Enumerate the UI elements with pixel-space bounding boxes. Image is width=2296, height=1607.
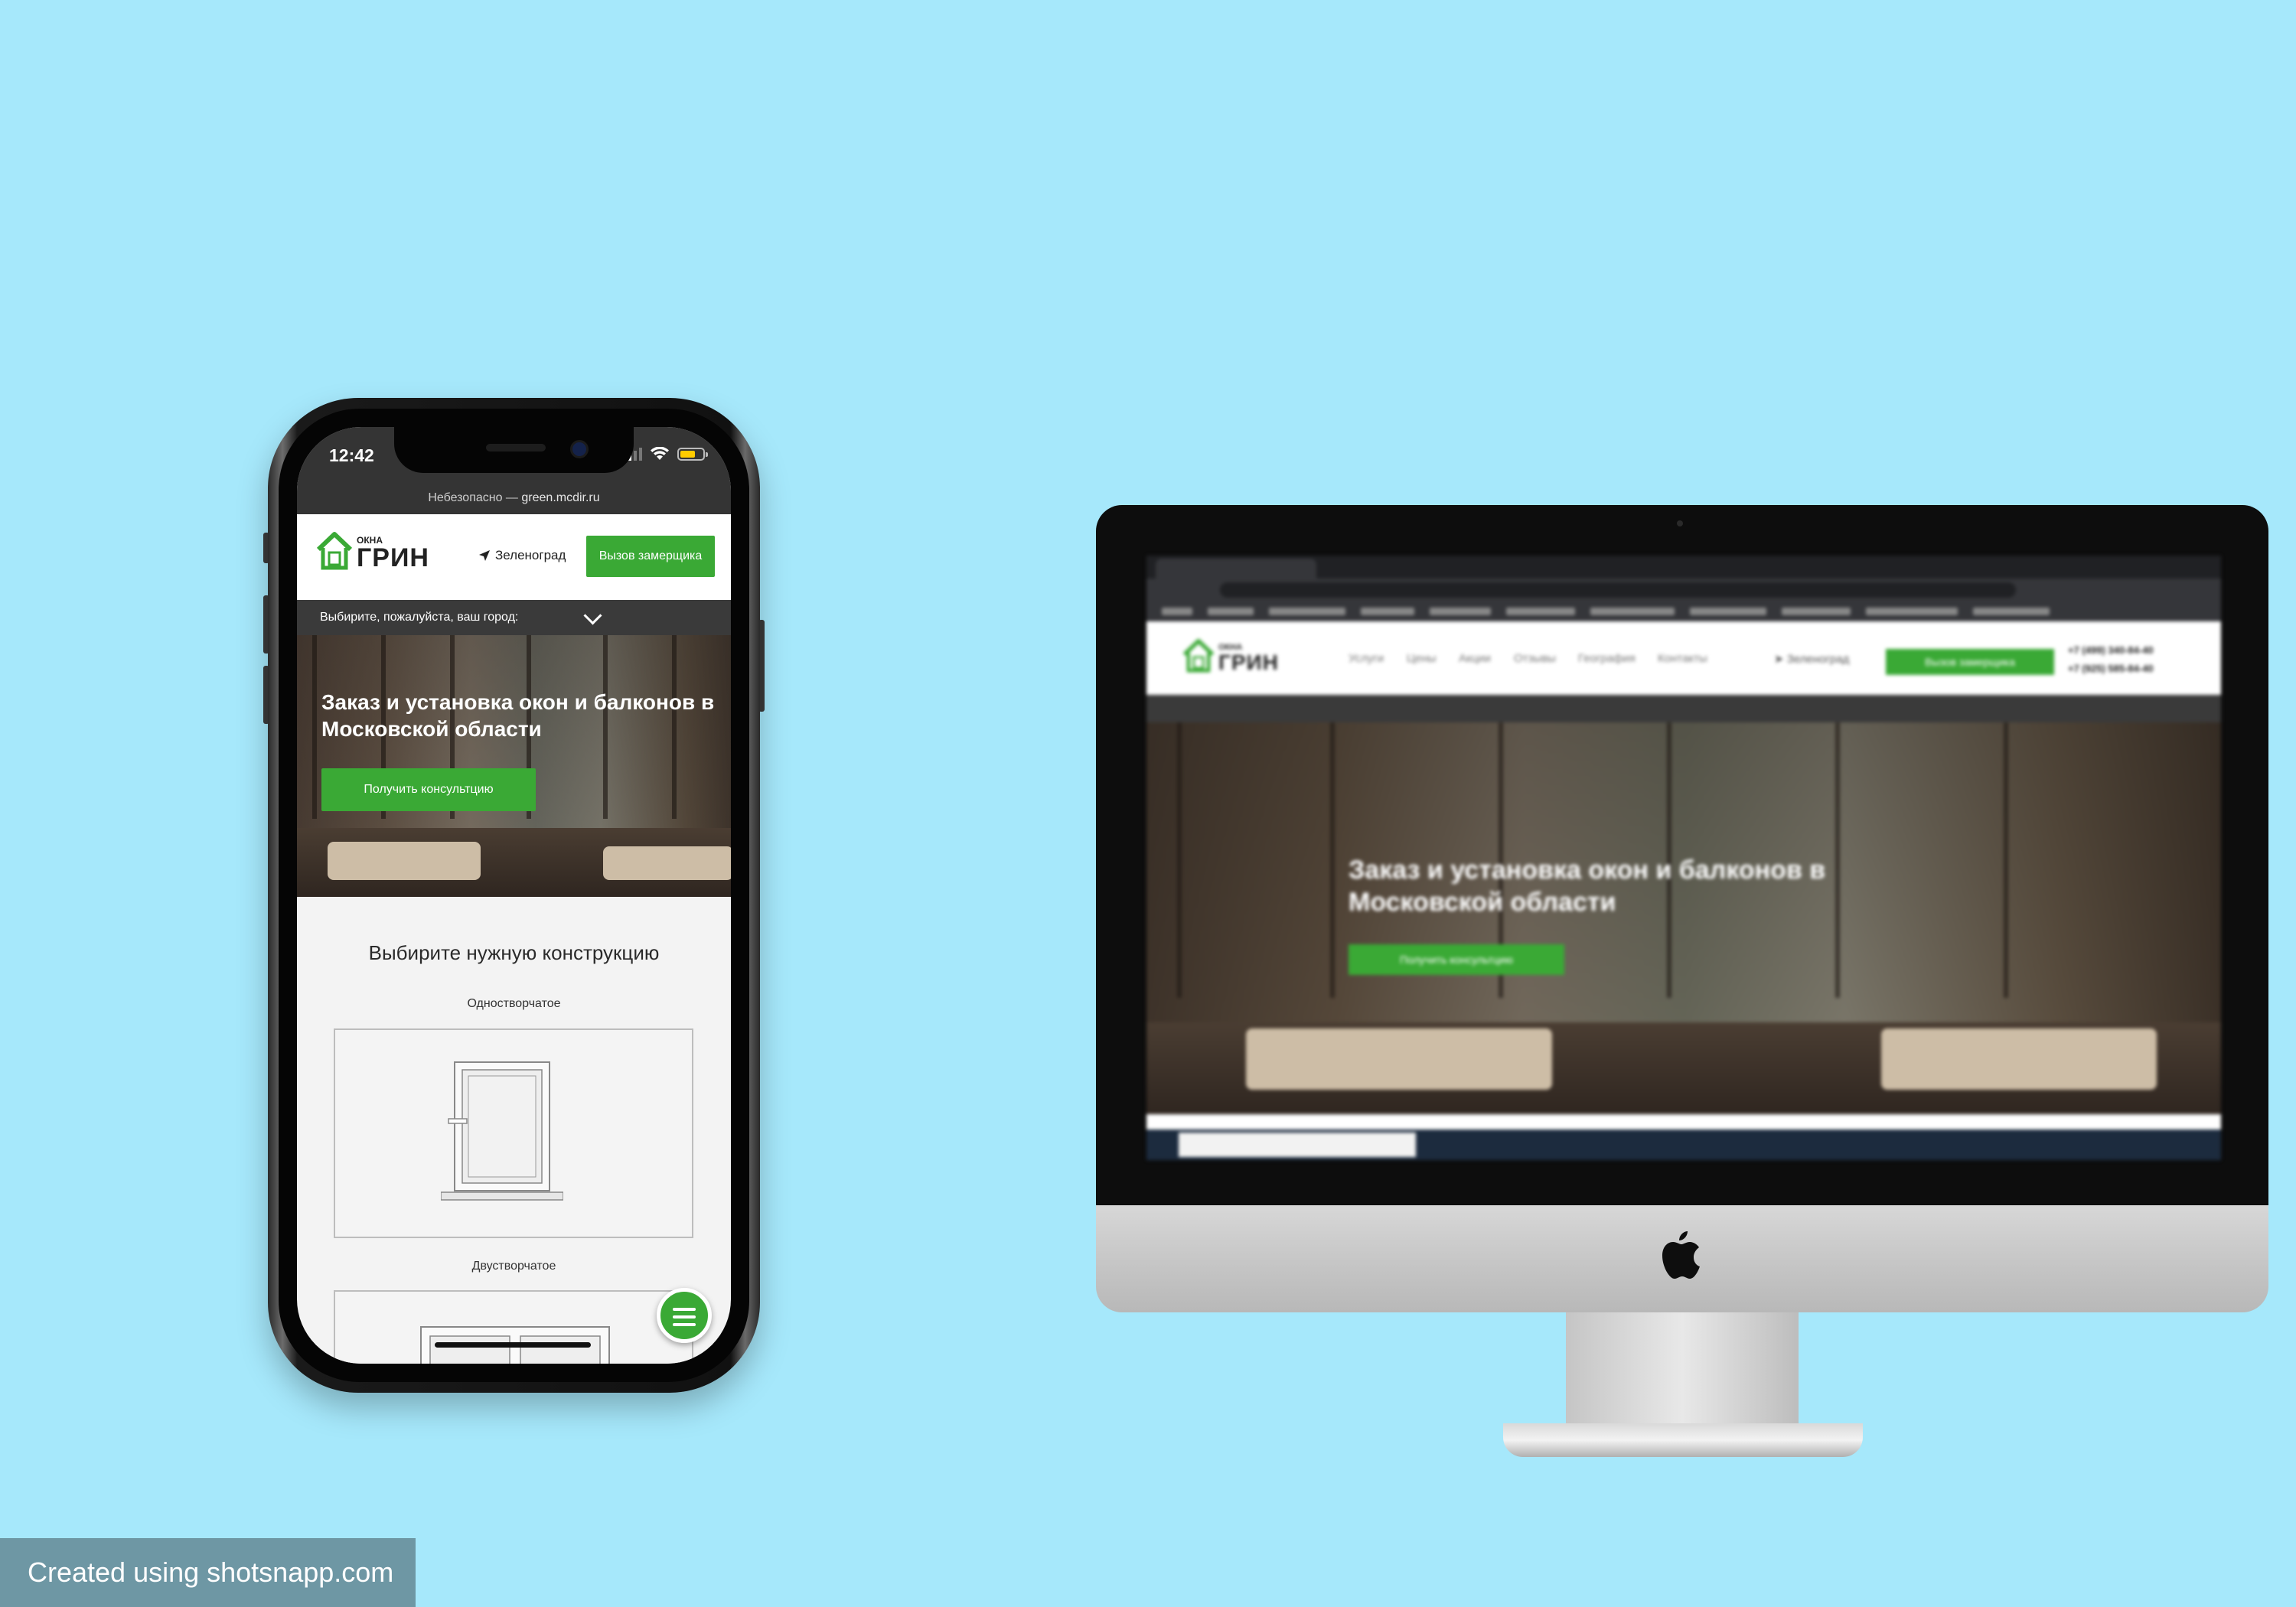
nav-promotions[interactable]: Акции xyxy=(1459,652,1491,665)
desktop-site-header: ОКНА ГРИН Услуги Цены Акции Отзывы Геогр… xyxy=(1146,621,2221,695)
monitor-stand-foot xyxy=(1503,1423,1863,1457)
site-header: ОКНА ГРИН Зеленоград Вызов замерщика xyxy=(297,514,731,600)
bookmark-item[interactable] xyxy=(1430,608,1491,615)
city-list-bar xyxy=(1146,695,2221,722)
call-measurer-button[interactable]: Вызов замерщика xyxy=(1886,649,2054,675)
wifi-icon xyxy=(651,447,669,460)
site-logo[interactable]: ОКНА ГРИН xyxy=(315,531,429,571)
call-measurer-button[interactable]: Вызов замерщика xyxy=(586,536,715,577)
city-name: Зеленоград xyxy=(495,548,566,562)
apple-logo-icon xyxy=(1662,1231,1700,1279)
bookmark-item[interactable] xyxy=(1361,608,1414,615)
bookmark-item[interactable] xyxy=(1690,608,1766,615)
hero-title: Заказ и установка окон и балконов в Моск… xyxy=(1349,856,1826,917)
monitor-bezel: ОКНА ГРИН Услуги Цены Акции Отзывы Геогр… xyxy=(1096,505,2268,1205)
hero-sofa xyxy=(1881,1028,2157,1090)
home-indicator xyxy=(435,1342,591,1348)
phone-mockup: 12:42 Небезопасно — green.mcdir.ru ОКНА … xyxy=(263,398,765,1393)
hero-banner: Заказ и установка окон и балконов в Моск… xyxy=(297,635,731,897)
bookmark-item[interactable] xyxy=(1866,608,1958,615)
menu-button[interactable] xyxy=(657,1288,712,1343)
consultation-button[interactable]: Получить консультцию xyxy=(321,768,536,811)
hero-sofa xyxy=(603,846,731,880)
webcam xyxy=(1677,520,1683,526)
watermark: Created using shotsnapp.com xyxy=(0,1538,416,1607)
logo-big-text: ГРИН xyxy=(1218,650,1279,674)
phone-number-2[interactable]: +7 (925) 585-84-40 xyxy=(2068,663,2154,674)
front-camera xyxy=(570,440,589,458)
hero-banner: Заказ и установка окон и балконов в Моск… xyxy=(1146,722,2221,1114)
bookmark-item[interactable] xyxy=(1208,608,1254,615)
single-window-icon xyxy=(441,1061,563,1201)
hero-sofa xyxy=(1246,1028,1552,1090)
bookmark-item[interactable] xyxy=(1782,608,1851,615)
construction-card-single[interactable] xyxy=(334,1028,693,1238)
bookmark-item[interactable] xyxy=(1506,608,1575,615)
nav-reviews[interactable]: Отзывы xyxy=(1514,652,1556,665)
battery-icon xyxy=(677,448,708,461)
browser-tab-bar xyxy=(1146,556,2221,579)
logo-text: ОКНА ГРИН xyxy=(357,536,429,571)
hero-window-frame xyxy=(1330,722,1335,998)
construction-caption-single: Одностворчатое xyxy=(467,997,561,1010)
logo-text: ОКНА ГРИН xyxy=(1218,644,1279,673)
nav-contacts[interactable]: Контакты xyxy=(1658,652,1707,665)
monitor-mockup: ОКНА ГРИН Услуги Цены Акции Отзывы Геогр… xyxy=(1096,505,2268,1477)
bookmark-item[interactable] xyxy=(1973,608,2050,615)
nav-services[interactable]: Услуги xyxy=(1349,652,1384,665)
city-select-bar[interactable]: Выбирите, пожалуйста, ваш город: xyxy=(297,600,731,635)
monitor-stand-neck xyxy=(1566,1312,1799,1435)
nav-geography[interactable]: География xyxy=(1578,652,1636,665)
city-selector[interactable]: Зеленоград xyxy=(478,548,566,563)
phone-notch xyxy=(394,427,634,473)
taskbar-search-box[interactable] xyxy=(1179,1133,1416,1157)
location-arrow-icon: ➤ xyxy=(1774,653,1787,666)
browser-address-bar[interactable] xyxy=(1220,582,2016,598)
hero-window-frame xyxy=(1177,722,1182,998)
chevron-down-icon[interactable] xyxy=(583,606,602,625)
hero-window-frame xyxy=(2004,722,2008,998)
browser-address-bar[interactable]: Небезопасно — green.mcdir.ru xyxy=(297,487,731,514)
bookmark-item[interactable] xyxy=(1269,608,1345,615)
phone-screen: 12:42 Небезопасно — green.mcdir.ru ОКНА … xyxy=(297,427,731,1364)
hero-window-frame xyxy=(312,635,317,819)
consultation-button[interactable]: Получить консультцию xyxy=(1349,944,1564,975)
site-logo[interactable]: ОКНА ГРИН xyxy=(1182,638,1279,673)
speaker-grille xyxy=(486,444,546,451)
house-logo-icon xyxy=(1182,639,1215,673)
bookmark-item[interactable] xyxy=(1590,608,1675,615)
nav-prices[interactable]: Цены xyxy=(1407,652,1437,665)
construction-card-double[interactable] xyxy=(334,1290,693,1364)
bookmarks-bar xyxy=(1146,601,2221,621)
browser-toolbar xyxy=(1146,579,2221,601)
hero-title: Заказ и установка окон и балконов в Моск… xyxy=(321,690,715,741)
house-logo-icon xyxy=(316,532,353,570)
construction-caption-double: Двустворчатое xyxy=(471,1260,556,1273)
city-name: Зеленоград xyxy=(1786,653,1850,666)
browser-tab[interactable] xyxy=(1156,559,1316,579)
phone-number-1[interactable]: +7 (499) 340-84-40 xyxy=(2068,644,2154,656)
security-label: Небезопасно — xyxy=(428,491,518,504)
city-selector[interactable]: ➤ Зеленоград xyxy=(1774,652,1849,666)
bookmark-item[interactable] xyxy=(1162,608,1192,615)
monitor-screen: ОКНА ГРИН Услуги Цены Акции Отзывы Геогр… xyxy=(1146,556,2221,1160)
windows-taskbar xyxy=(1146,1129,2221,1160)
constructions-title: Выбирите нужную конструкцию xyxy=(368,941,660,964)
url-domain: green.mcdir.ru xyxy=(521,491,600,504)
hero-sofa xyxy=(328,842,481,880)
location-arrow-icon xyxy=(479,550,490,561)
logo-big-text: ГРИН xyxy=(357,543,429,572)
status-icons xyxy=(623,447,708,461)
status-time: 12:42 xyxy=(329,445,374,465)
city-select-label: Выбирите, пожалуйста, ваш город: xyxy=(320,611,519,624)
monitor-body: ОКНА ГРИН Услуги Цены Акции Отзывы Геогр… xyxy=(1096,505,2268,1312)
